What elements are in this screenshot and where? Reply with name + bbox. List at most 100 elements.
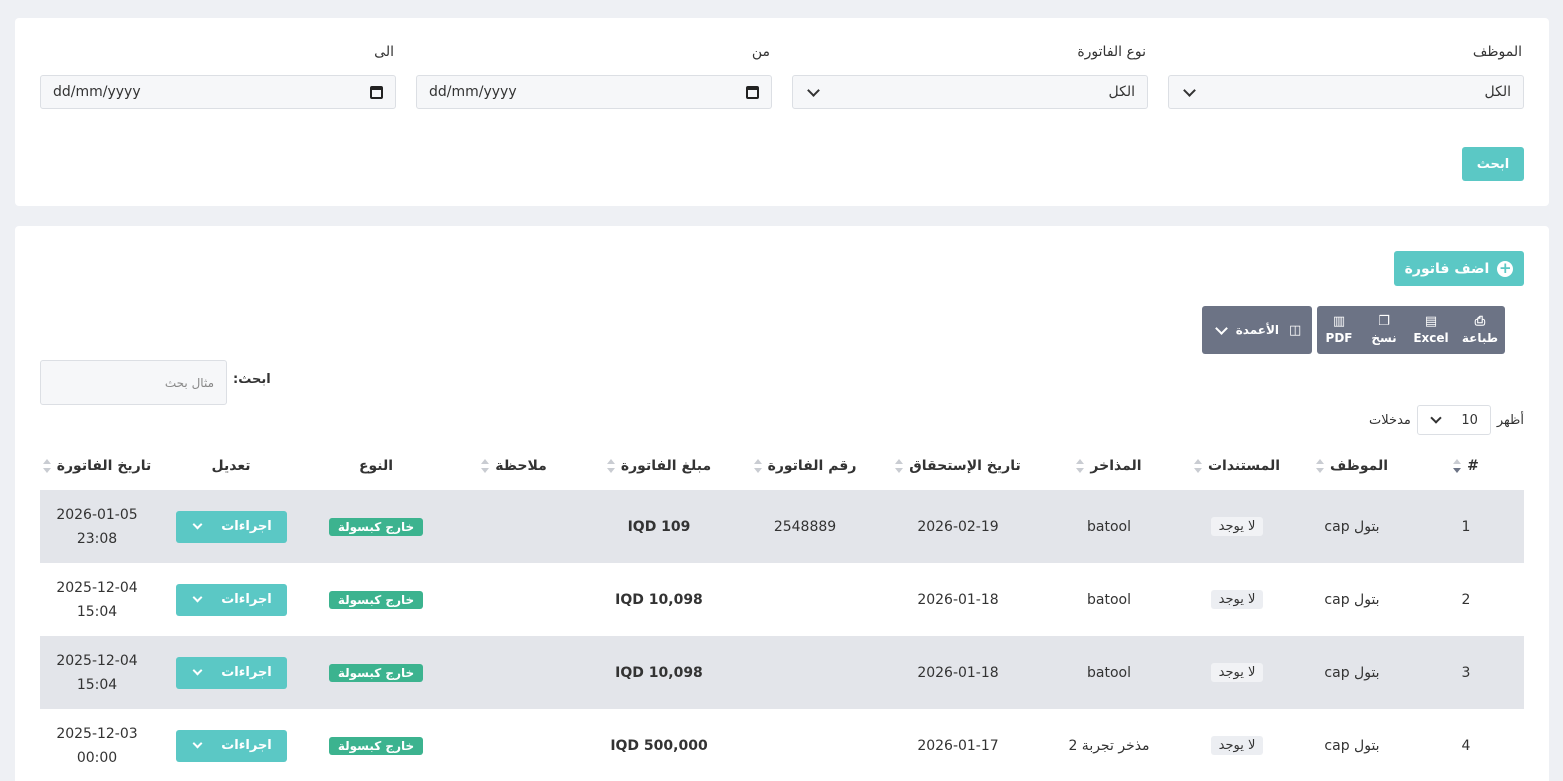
export-toolbar: ⎙ طباعة ▤ Excel ❐ نسخ ▥ PDF ◫ الأعمدة — [1202, 306, 1505, 354]
page-length-select[interactable]: 10 — [1416, 405, 1491, 435]
documents-badge: لا يوجد — [1210, 736, 1264, 755]
row-invoice-number: 2548889 — [734, 490, 876, 563]
chevron-down-icon — [192, 738, 203, 749]
from-date-filter: من dd/mm/yyyy — [416, 43, 772, 109]
row-due-date: 2026-02-19 — [876, 490, 1040, 563]
actions-label: اجراءات — [221, 665, 272, 680]
invoice-date: 2025-12-04 — [56, 579, 138, 596]
employee-select-value: الكل — [1484, 84, 1512, 100]
column-header-type: النوع — [358, 458, 394, 474]
chevron-down-icon — [1430, 412, 1442, 424]
row-amount: IQD 10,098 — [615, 591, 703, 608]
sort-icon — [1453, 459, 1462, 473]
column-header-amount[interactable]: مبلغ الفاتورة — [584, 442, 734, 490]
excel-file-icon: ▤ — [1424, 314, 1438, 329]
row-due-date: 2026-01-17 — [917, 737, 999, 754]
chevron-down-icon — [192, 519, 203, 530]
calendar-icon[interactable] — [370, 85, 383, 99]
from-date-placeholder: dd/mm/yyyy — [429, 84, 517, 100]
table-row: 2 بتول cap لا يوجد batool 2026-01-18 IQD… — [40, 563, 1524, 636]
type-badge: خارج كبسولة — [328, 590, 424, 609]
invoice-date: 2025-12-04 — [56, 652, 138, 669]
actions-label: اجراءات — [221, 519, 272, 534]
row-store: batool — [1087, 591, 1131, 608]
copy-button[interactable]: ❐ نسخ — [1361, 306, 1407, 354]
from-date-label: من — [751, 44, 770, 60]
column-header-due-date[interactable]: تاريخ الإستحقاق — [876, 442, 1040, 490]
row-note — [444, 490, 584, 563]
row-note — [444, 636, 584, 709]
chevron-down-icon — [1183, 83, 1196, 97]
row-due-date: 2026-01-18 — [917, 591, 999, 608]
actions-dropdown-button[interactable]: اجراءات — [175, 583, 287, 616]
invoice-time: 15:04 — [76, 603, 118, 620]
sort-icon — [1076, 459, 1085, 473]
chevron-down-icon — [807, 83, 820, 97]
row-employee: بتول cap — [1296, 636, 1408, 709]
employee-filter: الموظف الكل — [1168, 43, 1524, 109]
invoice-type-filter: نوع الفاتورة الكل — [792, 43, 1148, 109]
employee-filter-label: الموظف — [1472, 44, 1522, 60]
invoice-type-value: الكل — [1108, 84, 1136, 100]
printer-icon: ⎙ — [1474, 314, 1486, 329]
excel-label: Excel — [1413, 331, 1449, 345]
actions-dropdown-button[interactable]: اجراءات — [175, 656, 287, 689]
type-badge: خارج كبسولة — [328, 736, 424, 755]
page-length-value: 10 — [1461, 412, 1478, 428]
print-label: طباعة — [1461, 331, 1499, 345]
print-button[interactable]: ⎙ طباعة — [1455, 306, 1505, 354]
invoice-time: 15:04 — [76, 676, 118, 693]
column-header-employee[interactable]: الموظف — [1296, 442, 1408, 490]
column-header-documents[interactable]: المستندات — [1178, 442, 1296, 490]
row-due-date: 2026-01-18 — [876, 636, 1040, 709]
actions-dropdown-button[interactable]: اجراءات — [175, 510, 287, 543]
row-invoice-date: 2025-12-04 15:04 — [40, 563, 154, 636]
actions-label: اجراءات — [221, 738, 272, 753]
add-invoice-button[interactable]: + اضف فاتورة — [1394, 251, 1524, 286]
invoice-type-select[interactable]: الكل — [792, 75, 1148, 109]
row-number: 4 — [1461, 737, 1471, 754]
type-badge: خارج كبسولة — [328, 517, 424, 536]
to-date-placeholder: dd/mm/yyyy — [53, 84, 141, 100]
calendar-icon[interactable] — [746, 85, 759, 99]
sort-icon — [1193, 459, 1202, 473]
from-date-input[interactable]: dd/mm/yyyy — [416, 75, 772, 109]
actions-label: اجراءات — [221, 592, 272, 607]
row-store: مذخر تجربة 2 — [1068, 737, 1150, 754]
actions-dropdown-button[interactable]: اجراءات — [175, 729, 287, 762]
row-note — [444, 563, 584, 636]
invoice-time: 23:08 — [76, 530, 118, 547]
table-header-row: # الموظف المستندات المذاخر تاريخ الإستحق… — [40, 442, 1524, 490]
to-date-input[interactable]: dd/mm/yyyy — [40, 75, 396, 109]
documents-badge: لا يوجد — [1210, 517, 1264, 536]
row-employee: بتول cap — [1324, 737, 1380, 754]
row-amount: IQD 109 — [584, 490, 734, 563]
row-amount: IQD 500,000 — [610, 737, 708, 754]
pdf-label: PDF — [1325, 331, 1353, 345]
employee-select[interactable]: الكل — [1168, 75, 1524, 109]
documents-badge: لا يوجد — [1210, 663, 1264, 682]
chevron-down-icon — [192, 592, 203, 603]
invoice-date: 2026-01-05 — [56, 506, 138, 523]
excel-button[interactable]: ▤ Excel — [1407, 306, 1455, 354]
add-invoice-label: اضف فاتورة — [1404, 260, 1490, 277]
columns-button[interactable]: ◫ الأعمدة — [1202, 306, 1312, 354]
row-employee: بتول cap — [1296, 490, 1408, 563]
column-header-invoice-date[interactable]: تاريخ الفاتورة — [40, 442, 154, 490]
sort-icon — [481, 459, 490, 473]
copy-icon: ❐ — [1378, 314, 1390, 329]
table-search-input[interactable] — [40, 360, 227, 405]
search-button[interactable]: ابحث — [1462, 147, 1524, 181]
row-number: 2 — [1461, 591, 1471, 608]
column-header-number[interactable]: # — [1408, 442, 1524, 490]
sort-icon — [42, 459, 51, 473]
table-row: 4 بتول cap لا يوجد مذخر تجربة 2 2026-01-… — [40, 709, 1524, 781]
plus-circle-icon: + — [1497, 259, 1514, 277]
row-number: 1 — [1408, 490, 1524, 563]
to-date-label: الى — [374, 44, 394, 60]
filter-card: الموظف الكل نوع الفاتورة الكل من dd/mm/y… — [15, 18, 1549, 206]
column-header-stores[interactable]: المذاخر — [1040, 442, 1178, 490]
pdf-button[interactable]: ▥ PDF — [1317, 306, 1361, 354]
column-header-invoice-number[interactable]: رقم الفاتورة — [734, 442, 876, 490]
column-header-note[interactable]: ملاحظة — [444, 442, 584, 490]
